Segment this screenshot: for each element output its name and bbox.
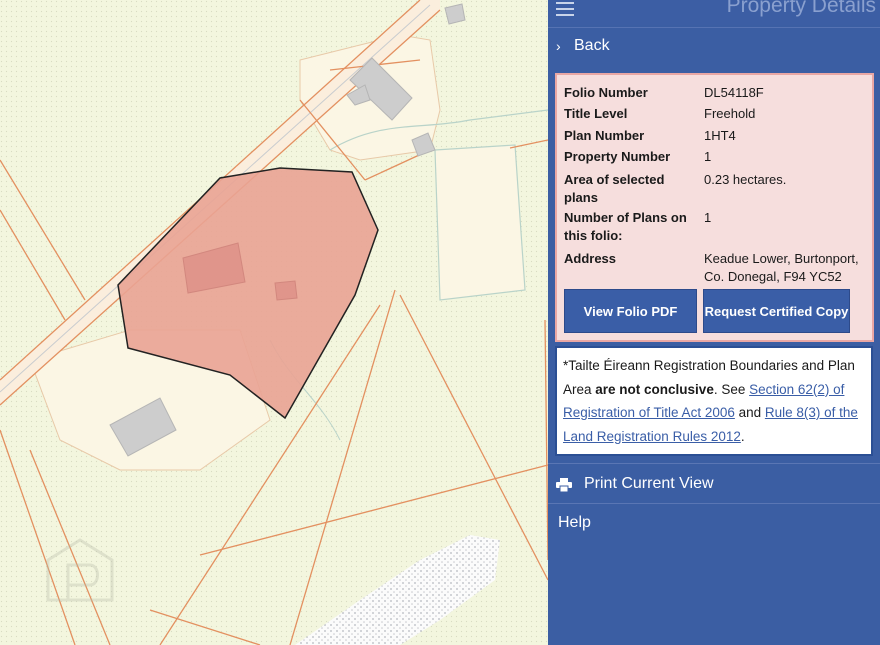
disclaimer-bold: are not conclusive: [595, 381, 714, 397]
view-folio-pdf-button[interactable]: View Folio PDF: [564, 289, 697, 333]
hamburger-icon[interactable]: [556, 2, 574, 16]
map-view[interactable]: [0, 0, 548, 645]
divider: [548, 463, 880, 464]
panel-header: Property Details: [548, 0, 880, 25]
field-label: Title Level: [564, 106, 628, 121]
property-details-panel: Property Details › Back Folio Number DL5…: [548, 0, 880, 645]
field-value: 1HT4: [704, 128, 736, 143]
back-button[interactable]: › Back: [548, 27, 880, 66]
field-label: Property Number: [564, 149, 671, 164]
disclaimer-text: . See: [713, 381, 750, 397]
disclaimer-suffix: .: [740, 428, 745, 444]
panel-title: Property Details: [726, 0, 876, 17]
field-label: Address: [564, 251, 617, 266]
print-current-view-button[interactable]: Print Current View: [548, 466, 880, 504]
field-label: Folio Number: [564, 85, 648, 100]
map-canvas[interactable]: [0, 0, 548, 645]
printer-icon: [556, 478, 572, 492]
request-certified-copy-button[interactable]: Request Certified Copy: [703, 289, 850, 333]
field-value: 0.23 hectares.: [704, 172, 787, 187]
print-label: Print Current View: [584, 475, 714, 492]
field-value: Freehold: [704, 106, 756, 121]
parcel-shed: [274, 280, 298, 301]
field-label: Area of selected plans: [564, 172, 665, 205]
help-button[interactable]: Help: [548, 505, 880, 543]
chevron-right-icon: ›: [556, 38, 561, 54]
field-value: Keadue Lower, Burtonport, Co. Donegal, F…: [704, 251, 859, 284]
field-value: 1: [704, 149, 712, 164]
back-label: Back: [574, 37, 610, 54]
field-label: Number of Plans on this folio:: [564, 210, 687, 243]
field-label: Plan Number: [564, 128, 645, 143]
help-label: Help: [558, 514, 591, 531]
field-value: DL54118F: [704, 85, 764, 100]
divider: [548, 503, 880, 504]
field-value: 1: [704, 210, 712, 225]
disclaimer-text: and: [734, 405, 765, 420]
disclaimer-box: *Tailte Éireann Registration Boundaries …: [555, 346, 873, 456]
property-details-card: Folio Number DL54118F Title Level Freeho…: [555, 73, 874, 342]
cream-plot-east: [434, 144, 526, 301]
building: [444, 3, 466, 25]
